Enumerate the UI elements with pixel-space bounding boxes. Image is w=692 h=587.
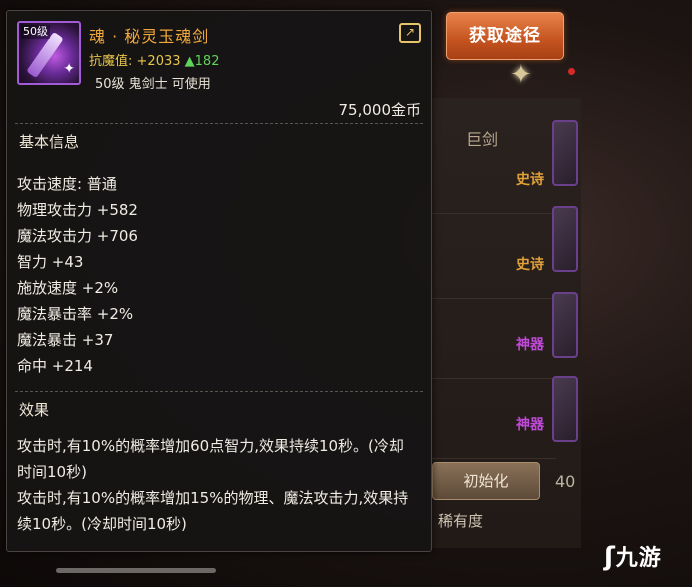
resist-line: 抗魔值: +2033 ▲182: [89, 50, 219, 69]
scrollbar[interactable]: [56, 568, 216, 573]
list-item[interactable]: 史诗: [431, 153, 556, 214]
partial-number: 40: [555, 472, 576, 491]
list-item[interactable]: 神器: [431, 318, 556, 379]
watermark: ʃ九游: [604, 540, 662, 572]
effect-line: 攻击时,有10%的概率增加60点智力,效果持续10秒。(冷却时间10秒): [17, 437, 404, 481]
item-icon: ✦ 50级: [17, 21, 81, 85]
usage-requirement: 50级 鬼剑士 可使用: [95, 77, 211, 92]
stat-line: 魔法暴击 +37: [17, 331, 114, 349]
share-icon[interactable]: ↗: [399, 23, 421, 43]
divider: [15, 391, 423, 392]
rarity-label: 神器: [516, 337, 544, 353]
stat-line: 物理攻击力 +582: [17, 201, 138, 219]
stat-line: 命中 +214: [17, 357, 93, 375]
effect-title: 效果: [19, 401, 50, 419]
stat-list: 攻击速度: 普通 物理攻击力 +582 魔法攻击力 +706 智力 +43 施放…: [17, 171, 138, 379]
notification-dot: [568, 68, 575, 75]
rarity-label: 史诗: [516, 257, 544, 273]
item-thumbnail[interactable]: [552, 292, 578, 358]
resist-value: +2033: [136, 54, 181, 69]
item-price: 75,000金币: [338, 101, 422, 119]
initialize-button[interactable]: 初始化: [432, 462, 540, 500]
effect-line: 攻击时,有10%的概率增加15%的物理、魔法攻击力,效果持续10秒。(冷却时间1…: [17, 489, 409, 533]
watermark-text: 九游: [615, 546, 662, 571]
rarity-label: 神器: [516, 417, 544, 433]
get-source-button[interactable]: 获取途径: [446, 12, 564, 60]
item-thumbnail[interactable]: [552, 120, 578, 186]
category-label: 巨剑: [466, 130, 499, 149]
item-tooltip: ✦ 50级 魂 · 秘灵玉魂剑 ↗ 抗魔值: +2033 ▲182 50级 鬼剑…: [6, 10, 432, 552]
stat-line: 魔法攻击力 +706: [17, 227, 138, 245]
rarity-label: 史诗: [516, 172, 544, 188]
rarity-sort-label[interactable]: 稀有度: [438, 510, 483, 531]
list-item[interactable]: 神器: [431, 398, 556, 459]
logo-icon: ʃ: [604, 542, 616, 572]
item-thumbnail[interactable]: [552, 376, 578, 442]
star-icon: ✦: [510, 60, 532, 90]
resist-label: 抗魔值:: [89, 54, 133, 69]
stat-line: 攻击速度: 普通: [17, 175, 117, 193]
level-badge: 50级: [21, 25, 50, 39]
effect-text: 攻击时,有10%的概率增加60点智力,效果持续10秒。(冷却时间10秒) 攻击时…: [17, 433, 417, 537]
list-item[interactable]: 史诗: [431, 238, 556, 299]
resist-bonus: ▲182: [184, 54, 220, 69]
item-name: 魂 · 秘灵玉魂剑: [89, 27, 210, 46]
divider: [15, 123, 423, 124]
stat-line: 魔法暴击率 +2%: [17, 305, 134, 323]
basic-info-title: 基本信息: [19, 133, 80, 151]
sparkle-icon: ✦: [63, 61, 75, 77]
stat-line: 施放速度 +2%: [17, 279, 119, 297]
item-thumbnail[interactable]: [552, 206, 578, 272]
stat-line: 智力 +43: [17, 253, 84, 271]
